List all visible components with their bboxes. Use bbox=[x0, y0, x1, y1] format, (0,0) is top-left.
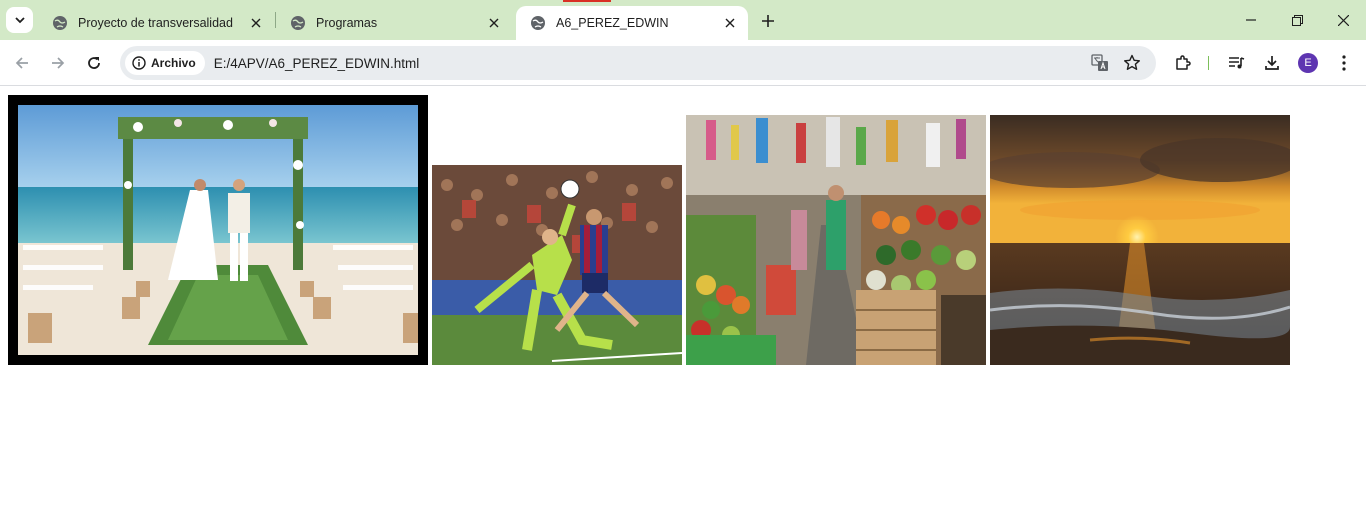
toolbar: Archivo E:/4APV/A6_PEREZ_EDWIN.html E bbox=[0, 40, 1366, 86]
globe-icon bbox=[291, 16, 305, 30]
plus-icon bbox=[762, 15, 774, 27]
bookmark-button[interactable] bbox=[1118, 49, 1146, 77]
media-icon bbox=[1229, 57, 1245, 69]
info-icon bbox=[132, 56, 146, 70]
tab-close-button[interactable] bbox=[246, 13, 266, 33]
tab-close-button[interactable] bbox=[484, 13, 504, 33]
back-button[interactable] bbox=[8, 49, 36, 77]
url-text[interactable]: E:/4APV/A6_PEREZ_EDWIN.html bbox=[214, 56, 1086, 71]
tab-programas[interactable]: Programas bbox=[276, 6, 512, 40]
chip-label: Archivo bbox=[151, 56, 196, 70]
back-icon bbox=[15, 57, 28, 69]
tab-proyecto[interactable]: Proyecto de transversalidad bbox=[38, 6, 274, 40]
soccer-goal-image bbox=[432, 165, 682, 365]
tab-search-button[interactable] bbox=[6, 7, 33, 33]
restore-button[interactable] bbox=[1274, 0, 1320, 40]
new-tab-button[interactable] bbox=[756, 9, 780, 33]
site-info-chip[interactable]: Archivo bbox=[125, 51, 205, 75]
forward-icon bbox=[52, 57, 65, 69]
tab-title: Proyecto de transversalidad bbox=[78, 16, 233, 30]
media-button[interactable] bbox=[1222, 49, 1250, 77]
star-icon bbox=[1124, 54, 1140, 70]
tab-title: Programas bbox=[316, 16, 378, 30]
close-icon bbox=[489, 18, 499, 28]
page-content bbox=[0, 87, 1366, 527]
extensions-button[interactable] bbox=[1169, 49, 1197, 77]
extensions-icon bbox=[1176, 55, 1191, 70]
minimize-button[interactable] bbox=[1228, 0, 1274, 40]
beach-wedding-image bbox=[18, 105, 418, 355]
tab-search-icon bbox=[14, 17, 25, 24]
close-icon bbox=[725, 18, 735, 28]
address-bar[interactable]: Archivo E:/4APV/A6_PEREZ_EDWIN.html bbox=[120, 46, 1156, 80]
download-icon bbox=[1265, 56, 1279, 70]
close-icon bbox=[251, 18, 261, 28]
tab-indicator bbox=[563, 0, 611, 2]
sea-sunset-image bbox=[990, 115, 1290, 365]
window-close-icon bbox=[1337, 14, 1349, 26]
restore-icon bbox=[1291, 14, 1303, 26]
reload-button[interactable] bbox=[80, 49, 108, 77]
toolbar-divider bbox=[1208, 56, 1209, 70]
tab-strip: Proyecto de transversalidad Programas A6… bbox=[0, 0, 1366, 40]
window-close-button[interactable] bbox=[1320, 0, 1366, 40]
profile-avatar[interactable]: E bbox=[1298, 53, 1318, 73]
globe-icon bbox=[531, 16, 545, 30]
tab-close-button[interactable] bbox=[720, 13, 740, 33]
tab-title: A6_PEREZ_EDWIN bbox=[556, 16, 669, 30]
reload-icon bbox=[88, 57, 100, 69]
globe-icon bbox=[53, 16, 67, 30]
forward-button[interactable] bbox=[44, 49, 72, 77]
translate-button[interactable] bbox=[1086, 49, 1114, 77]
tab-a6-perez-edwin[interactable]: A6_PEREZ_EDWIN bbox=[516, 6, 748, 40]
menu-icon bbox=[1342, 55, 1346, 71]
menu-button[interactable] bbox=[1330, 49, 1358, 77]
minimize-icon bbox=[1246, 19, 1256, 21]
translate-icon bbox=[1091, 54, 1108, 71]
market-stalls-image bbox=[686, 115, 986, 365]
download-button[interactable] bbox=[1258, 49, 1286, 77]
